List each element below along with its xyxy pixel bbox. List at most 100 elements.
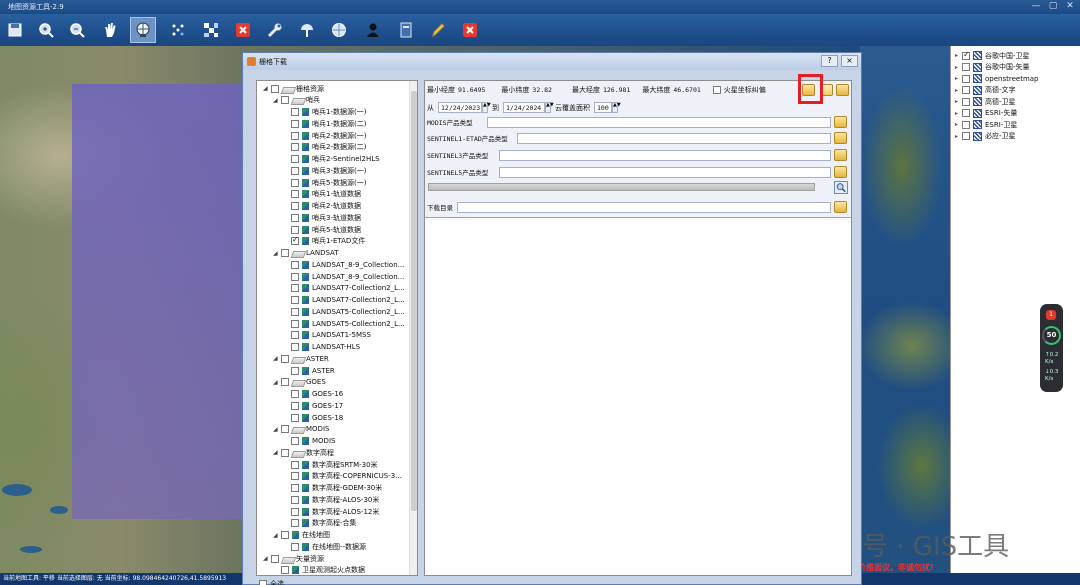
tree-checkbox[interactable] bbox=[291, 495, 299, 504]
tree-checkbox[interactable] bbox=[291, 331, 299, 340]
layer-item[interactable]: ▸ 必应-卫星 bbox=[955, 131, 1016, 142]
tree-checkbox[interactable] bbox=[291, 484, 299, 492]
tree-leaf[interactable]: LANDSAT_8-9_Collection... bbox=[283, 259, 404, 270]
to-date-spinner[interactable]: ▲▼ bbox=[545, 102, 554, 113]
expand-icon[interactable]: ▸ bbox=[955, 64, 962, 71]
expand-icon[interactable]: ▸ bbox=[955, 98, 962, 105]
tree-checkbox[interactable] bbox=[291, 108, 299, 116]
expand-arrow-icon[interactable]: ◢ bbox=[273, 426, 281, 433]
tree-folder[interactable]: ◢ MODIS bbox=[273, 424, 329, 435]
speed-widget[interactable]: 1 50 ↑0.2 K/s ↓0.3 K/s bbox=[1040, 304, 1063, 392]
dialog-titlebar[interactable]: 栅格下载 ? × bbox=[243, 53, 861, 70]
layer-checkbox[interactable] bbox=[962, 109, 970, 117]
tree-leaf[interactable]: LANDSAT7-Collection2_L... bbox=[283, 295, 405, 306]
tree-leaf[interactable]: GOES-18 bbox=[283, 412, 343, 423]
tree-folder[interactable]: ◢ 栅格资源 bbox=[263, 83, 324, 94]
layer-checkbox[interactable] bbox=[962, 74, 970, 83]
zoom-in-icon[interactable] bbox=[33, 17, 59, 43]
settings-wrench-icon[interactable] bbox=[262, 17, 288, 43]
tree-leaf[interactable]: 哨兵1-ETAD文件 bbox=[283, 235, 365, 247]
expand-icon[interactable]: ▸ bbox=[955, 121, 962, 128]
tree-leaf[interactable]: LANDSAT-HLS bbox=[283, 342, 360, 353]
tree-leaf[interactable]: 数字高程-GDEM-30米 bbox=[283, 483, 382, 494]
tree-checkbox[interactable] bbox=[291, 413, 299, 422]
layer-item[interactable]: ▸ 谷歌中国-卫星 bbox=[955, 50, 1030, 61]
sentinel5-product-input[interactable] bbox=[499, 166, 831, 178]
tree-leaf[interactable]: 哨兵5-数据源(一) bbox=[283, 177, 366, 188]
download-dir-input[interactable] bbox=[457, 201, 831, 213]
tree-folder[interactable]: ◢ GOES bbox=[273, 377, 326, 388]
tree-folder[interactable]: ◢ LANDSAT bbox=[273, 248, 339, 259]
tree-leaf[interactable]: 哨兵2-数据源(一) bbox=[283, 130, 366, 141]
layer-checkbox[interactable] bbox=[962, 97, 970, 106]
tree-checkbox[interactable] bbox=[291, 155, 299, 163]
world-icon[interactable] bbox=[326, 17, 352, 43]
tree-checkbox[interactable] bbox=[291, 166, 299, 175]
expand-arrow-icon[interactable]: ◢ bbox=[273, 532, 281, 539]
expand-arrow-icon[interactable]: ◢ bbox=[273, 379, 281, 386]
help-button[interactable]: ? bbox=[821, 55, 838, 67]
sentinel1-product-input[interactable] bbox=[517, 132, 831, 144]
tree-leaf[interactable]: 哨兵1-数据源(一) bbox=[283, 107, 366, 118]
pan-hand-icon[interactable] bbox=[97, 17, 123, 43]
tree-folder[interactable]: ◢ 矢量资源 bbox=[263, 553, 324, 564]
user-icon[interactable] bbox=[360, 17, 386, 43]
expand-icon[interactable]: ▸ bbox=[955, 110, 962, 117]
minimize-icon[interactable]: — bbox=[1030, 1, 1042, 12]
tree-scrollbar[interactable] bbox=[409, 81, 417, 575]
tree-checkbox[interactable] bbox=[291, 272, 299, 281]
modis-product-button[interactable] bbox=[834, 116, 847, 128]
tree-checkbox[interactable] bbox=[291, 260, 299, 269]
checker-icon[interactable] bbox=[198, 17, 224, 43]
tree-checkbox[interactable] bbox=[291, 366, 299, 375]
tree-folder[interactable]: ◢ 数字高程 bbox=[273, 447, 334, 458]
expand-icon[interactable]: ▸ bbox=[955, 87, 962, 94]
tree-leaf[interactable]: 哨兵5-轨道数据 bbox=[283, 224, 361, 235]
globe-select-icon[interactable] bbox=[130, 17, 156, 43]
max-lon-value[interactable]: 126.981 bbox=[603, 86, 630, 94]
mars-coord-checkbox[interactable] bbox=[712, 86, 721, 94]
expand-arrow-icon[interactable]: ◢ bbox=[273, 250, 281, 257]
close-icon[interactable] bbox=[457, 17, 483, 43]
max-lat-value[interactable]: 46.6701 bbox=[673, 86, 700, 94]
tree-leaf[interactable]: 数字高程-ALOS-12米 bbox=[283, 506, 379, 517]
window-close-icon[interactable]: ✕ bbox=[1064, 1, 1076, 12]
tree-leaf[interactable]: MODIS bbox=[283, 436, 335, 447]
tree-checkbox[interactable] bbox=[291, 437, 299, 445]
tree-folder[interactable]: ◢ 在线地图 bbox=[273, 530, 330, 541]
expand-arrow-icon[interactable]: ◢ bbox=[273, 449, 281, 456]
tree-leaf[interactable]: 哨兵3-数据源(一) bbox=[283, 165, 366, 176]
tree-checkbox[interactable] bbox=[291, 202, 299, 210]
tree-checkbox[interactable] bbox=[291, 390, 299, 398]
tree-checkbox[interactable] bbox=[281, 531, 289, 539]
tree-leaf[interactable]: 哨兵2-Sentinel2HLS bbox=[283, 154, 380, 165]
tree-leaf[interactable]: LANDSAT1-5MSS bbox=[283, 330, 371, 341]
expand-arrow-icon[interactable]: ◢ bbox=[263, 555, 271, 562]
tree-leaf[interactable]: LANDSAT5-Collection2_L... bbox=[283, 318, 405, 329]
tree-leaf[interactable]: ASTER bbox=[283, 365, 335, 376]
tree-leaf[interactable]: 数字高程-COPERNICUS-3... bbox=[283, 471, 402, 482]
tree-checkbox[interactable] bbox=[291, 542, 299, 551]
layer-checkbox[interactable] bbox=[962, 86, 970, 94]
expand-icon[interactable]: ▸ bbox=[955, 52, 962, 59]
tree-checkbox[interactable] bbox=[281, 354, 289, 363]
pencil-icon[interactable] bbox=[425, 17, 451, 43]
tree-checkbox[interactable] bbox=[291, 296, 299, 304]
layer-item[interactable]: ▸ ESRI-矢量 bbox=[955, 108, 1017, 119]
tree-leaf[interactable]: GOES-17 bbox=[283, 400, 343, 411]
layer-checkbox[interactable] bbox=[962, 63, 970, 71]
tree-leaf[interactable]: 哨兵3-轨道数据 bbox=[283, 212, 361, 223]
expand-icon[interactable]: ▸ bbox=[955, 75, 962, 82]
tree-checkbox[interactable] bbox=[291, 143, 299, 152]
expand-icon[interactable]: ▸ bbox=[955, 133, 962, 140]
tree-leaf[interactable]: 哨兵2-数据源(二) bbox=[283, 142, 366, 153]
tree-checkbox[interactable] bbox=[291, 460, 299, 469]
layer-checkbox[interactable] bbox=[962, 132, 970, 140]
download-list[interactable] bbox=[425, 217, 851, 575]
book-icon[interactable] bbox=[393, 17, 419, 43]
tree-checkbox[interactable] bbox=[291, 235, 299, 246]
maximize-icon[interactable]: ▢ bbox=[1047, 1, 1059, 12]
search-button[interactable] bbox=[834, 181, 848, 194]
tree-checkbox[interactable] bbox=[291, 213, 299, 222]
tree-checkbox[interactable] bbox=[281, 96, 289, 105]
